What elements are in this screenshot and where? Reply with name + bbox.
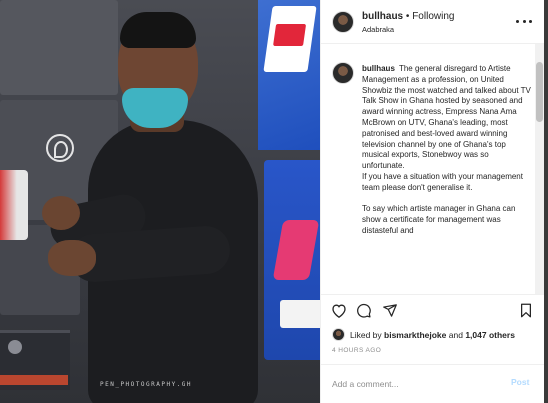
post-location[interactable]: Adabraka <box>362 25 394 34</box>
console-knob <box>8 340 22 354</box>
post-comment-button[interactable]: Post <box>511 377 529 387</box>
station-banner <box>264 160 320 360</box>
caption-text: If you have a situation with your manage… <box>362 171 523 192</box>
side-card <box>0 170 28 240</box>
wall-panel <box>0 0 118 95</box>
comment-bar: Post <box>321 364 545 403</box>
caption-scrollbar[interactable] <box>535 44 544 294</box>
caption-paragraph: bullhaus The general disregard to Artist… <box>362 64 532 194</box>
caption-text: The general disregard to Artiste Managem… <box>362 64 531 171</box>
post-details-panel: bullhaus • Following Adabraka bullhaus T… <box>320 0 545 403</box>
caption-paragraph: To say which artiste manager in Ghana ca… <box>362 204 532 236</box>
author-avatar[interactable] <box>332 11 354 33</box>
dot <box>522 19 526 23</box>
photo-credit: PEN_PHOTOGRAPHY.GH <box>100 381 193 388</box>
bookmark-icon[interactable] <box>519 303 533 318</box>
post-header: bullhaus • Following Adabraka <box>321 0 545 44</box>
likes-prefix: Liked by <box>350 329 385 340</box>
liker-avatar[interactable] <box>332 328 345 341</box>
person-hand <box>48 240 96 276</box>
post-timestamp[interactable]: 4 HOURS AGO <box>332 347 381 354</box>
comment-icon[interactable] <box>356 303 372 318</box>
action-bar <box>321 294 545 324</box>
post-caption: bullhaus The general disregard to Artist… <box>362 64 532 248</box>
caption-text: To say which artiste manager in Ghana ca… <box>362 204 516 235</box>
following-button[interactable]: Following <box>412 11 454 22</box>
dot <box>529 19 532 23</box>
caption-area[interactable]: bullhaus The general disregard to Artist… <box>321 44 545 294</box>
author-username[interactable]: bullhaus <box>362 11 403 22</box>
separator-dot: • <box>405 11 410 22</box>
header-line: bullhaus • Following <box>362 11 454 22</box>
more-horizontal-icon[interactable] <box>516 14 532 28</box>
heart-icon[interactable] <box>331 303 347 318</box>
paper-plane-icon[interactable] <box>382 303 398 318</box>
dot <box>516 19 519 23</box>
person-hair <box>120 12 196 48</box>
likes-others-link[interactable]: 1,047 others <box>465 330 515 340</box>
caption-username[interactable]: bullhaus <box>362 64 395 73</box>
station-signage <box>258 0 320 150</box>
likes-summary: Liked by bismarkthejoke and 1,047 others <box>332 328 515 341</box>
console-edge <box>0 375 68 385</box>
station-logo <box>263 6 317 72</box>
likes-joiner: and <box>446 329 466 340</box>
caption-author-avatar[interactable] <box>332 62 354 84</box>
liker-username[interactable]: bismarkthejoke <box>384 330 446 340</box>
likes-text: Liked by bismarkthejoke and 1,047 others <box>350 330 515 340</box>
photographer-watermark-icon <box>46 134 74 162</box>
person-hand <box>42 196 80 230</box>
post-photo[interactable]: PEN_PHOTOGRAPHY.GH <box>0 0 320 403</box>
banner-strip <box>280 300 320 328</box>
overlay-gutter <box>544 0 548 403</box>
comment-input[interactable] <box>332 375 492 393</box>
banner-mark <box>272 220 320 280</box>
scrollbar-thumb[interactable] <box>536 62 543 122</box>
